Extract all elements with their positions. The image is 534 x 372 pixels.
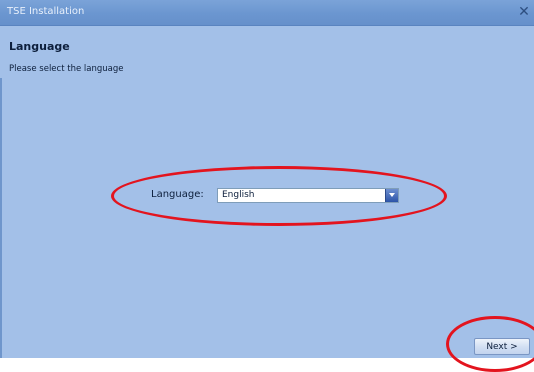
page-header: Language Please select the language [0,26,534,78]
window-title: TSE Installation [7,6,85,17]
title-bar: TSE Installation ✕ [0,0,534,26]
language-dropdown[interactable]: English [217,188,399,203]
installer-window: TSE Installation ✕ Language Please selec… [0,0,534,372]
page-title: Language [9,40,70,53]
next-button[interactable]: Next > [474,338,530,355]
language-label: Language: [151,189,204,200]
language-selected-value: English [222,190,255,200]
close-icon[interactable]: ✕ [516,3,532,21]
chevron-down-icon[interactable] [385,189,398,202]
page-instruction: Please select the language [9,64,124,74]
